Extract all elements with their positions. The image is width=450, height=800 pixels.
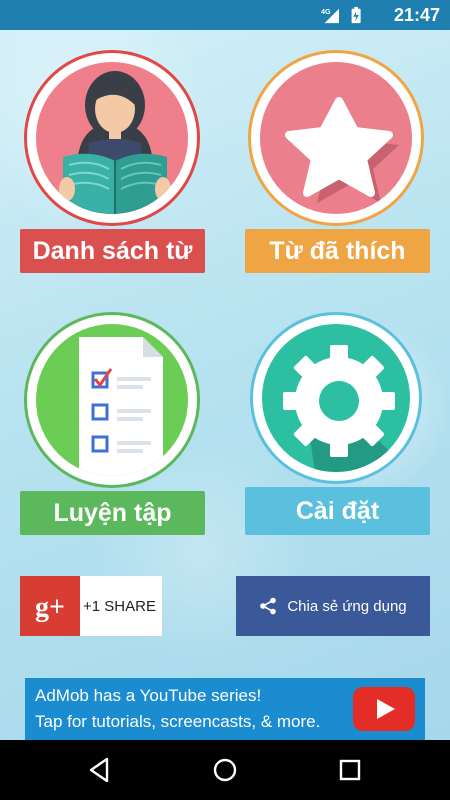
favorites-circle[interactable] (248, 50, 424, 226)
favorites-circle-fill (260, 62, 412, 214)
ad-banner[interactable]: AdMob has a YouTube series! Tap for tuto… (25, 678, 425, 740)
navigation-bar (0, 740, 450, 800)
gear-icon (283, 345, 409, 472)
settings-circle[interactable] (250, 312, 422, 484)
settings-label: Cài đặt (295, 496, 380, 525)
share-app-button[interactable]: Chia sẻ ứng dụng (236, 576, 430, 636)
practice-button[interactable]: Luyện tập (20, 491, 205, 535)
google-plus-share-label: +1 SHARE (83, 597, 156, 615)
settings-button[interactable]: Cài đặt (245, 487, 430, 535)
favorites-button[interactable]: Từ đã thích (245, 229, 430, 273)
word-list-button[interactable]: Danh sách từ (20, 229, 205, 273)
status-bar: 4G 21:47 (0, 0, 450, 30)
reading-woman-icon (59, 71, 171, 214)
youtube-play-icon (353, 687, 415, 731)
share-app-label: Chia sẻ ứng dụng (287, 597, 407, 615)
word-list-circle-fill (36, 62, 188, 214)
google-plus-icon: g+ (20, 576, 80, 636)
star-icon (285, 97, 399, 203)
settings-circle-fill (262, 324, 410, 472)
svg-text:4G: 4G (321, 7, 331, 16)
word-list-label: Danh sách từ (32, 236, 193, 265)
status-time: 21:47 (393, 5, 440, 25)
practice-circle[interactable] (24, 312, 200, 488)
home-icon[interactable] (210, 755, 240, 785)
svg-text:g+: g+ (35, 592, 65, 623)
practice-label: Luyện tập (53, 498, 172, 527)
recents-icon[interactable] (335, 755, 365, 785)
checklist-icon (79, 337, 163, 476)
back-icon[interactable] (85, 755, 115, 785)
word-list-circle[interactable] (24, 50, 200, 226)
ad-line-2: Tap for tutorials, screencasts, & more. (35, 712, 321, 731)
status-icons: 4G (321, 6, 361, 24)
ad-line-1: AdMob has a YouTube series! (35, 686, 262, 705)
practice-circle-fill (36, 324, 188, 476)
share-icon (260, 597, 277, 615)
favorites-label: Từ đã thích (269, 236, 406, 265)
google-plus-share-button[interactable]: g+ +1 SHARE (20, 576, 162, 636)
